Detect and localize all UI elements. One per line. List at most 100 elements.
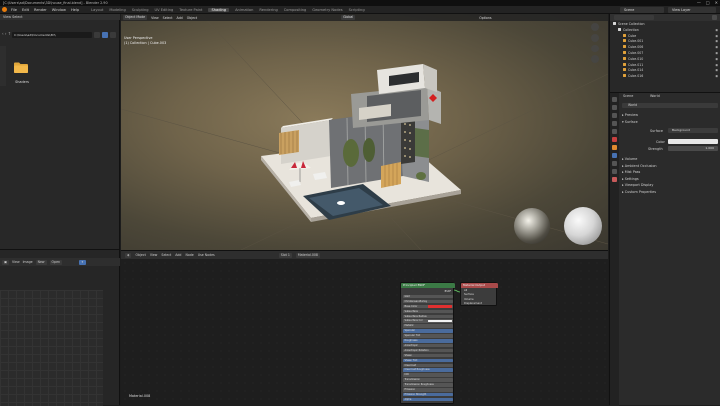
menu-help[interactable]: Help bbox=[71, 8, 79, 12]
outliner-object-row[interactable]: Cube.007 ◉ bbox=[610, 51, 720, 57]
tab-layout[interactable]: Layout bbox=[91, 8, 103, 12]
color-swatch[interactable] bbox=[428, 319, 452, 323]
tab-shading[interactable]: Shading bbox=[208, 7, 230, 12]
viewport-options-menu[interactable]: Options bbox=[479, 16, 491, 20]
image-menu[interactable]: Image bbox=[23, 260, 33, 264]
render-tab-icon[interactable] bbox=[612, 105, 617, 110]
material-output-node[interactable]: Material Output All Surface Volume Displace… bbox=[460, 282, 498, 306]
particles-tab-icon[interactable] bbox=[612, 161, 617, 166]
panel-viewport-display[interactable]: ▸ Viewport Display bbox=[622, 183, 653, 187]
menu-file[interactable]: File bbox=[11, 8, 17, 12]
bsdf-input-row[interactable]: Roughness bbox=[403, 339, 453, 343]
bsdf-input-row[interactable]: Subsurface bbox=[403, 309, 453, 314]
menu-edit[interactable]: Edit bbox=[22, 8, 29, 12]
open-image-button[interactable]: Open bbox=[49, 259, 63, 265]
world-tab-icon[interactable] bbox=[612, 137, 617, 142]
bsdf-input-row[interactable]: Specular bbox=[403, 329, 453, 333]
bsdf-input-row[interactable]: IOR bbox=[403, 373, 453, 377]
outliner-collection-row[interactable]: Collection ◉ bbox=[610, 27, 720, 34]
panel-custom-properties[interactable]: ▸ Custom Properties bbox=[622, 190, 656, 194]
hdri-preview-sphere[interactable] bbox=[514, 208, 550, 244]
viewport-menu-add[interactable]: Add bbox=[177, 16, 183, 20]
panel-mist-pass[interactable]: ▸ Mist Pass bbox=[622, 170, 640, 174]
viewport-menu-view[interactable]: View bbox=[151, 16, 159, 20]
view-layer-tab-icon[interactable] bbox=[612, 121, 617, 126]
new-image-button[interactable]: New bbox=[35, 259, 47, 265]
surface-panel[interactable]: ▾ Surface bbox=[622, 120, 638, 124]
ortho-toggle-icon[interactable] bbox=[591, 55, 599, 63]
bsdf-input-row[interactable]: Specular Tint bbox=[403, 334, 453, 338]
bsdf-input-row[interactable]: Sheen bbox=[403, 353, 453, 358]
pan-icon[interactable] bbox=[591, 33, 599, 42]
menu-window[interactable]: Window bbox=[52, 8, 66, 12]
viewport-menu-object[interactable]: Object bbox=[187, 16, 197, 20]
outliner-object-row[interactable]: Cube.011 ◉ bbox=[610, 62, 720, 69]
shader-node-editor[interactable]: ◈ Object View Select Add Node Use Nodes Slot 1M… bbox=[121, 250, 608, 405]
strength-field[interactable]: 1.000 bbox=[668, 146, 718, 151]
outliner-search-icon[interactable] bbox=[614, 15, 654, 20]
bsdf-input-row[interactable]: Transmission Roughness bbox=[403, 383, 453, 387]
bsdf-input-row[interactable]: GGX bbox=[403, 294, 453, 299]
visibility-eye-icon[interactable]: ◉ bbox=[715, 45, 718, 51]
folder-icon[interactable] bbox=[14, 62, 28, 73]
zoom-icon[interactable] bbox=[591, 23, 599, 31]
preview-panel[interactable]: ▸ Preview bbox=[622, 113, 638, 117]
visibility-eye-icon[interactable]: ◉ bbox=[715, 39, 718, 45]
file-browser-header[interactable]: View Select bbox=[0, 14, 120, 20]
outliner-object-row[interactable]: Cube.010 ◉ bbox=[610, 56, 720, 63]
bsdf-input-row[interactable]: BSDF bbox=[403, 290, 453, 294]
view-menu[interactable]: View bbox=[12, 260, 20, 264]
outliner-object-row[interactable]: Cube.014 ◉ bbox=[610, 68, 720, 74]
output-socket-row[interactable]: Displacement bbox=[464, 302, 482, 305]
world-datablock[interactable]: World bbox=[622, 103, 718, 108]
house-model[interactable] bbox=[251, 58, 471, 238]
tab-texture-paint[interactable]: Texture Paint bbox=[179, 8, 202, 12]
bsdf-input-row[interactable]: Anisotropic Rotation bbox=[403, 348, 453, 353]
image-canvas[interactable] bbox=[0, 290, 103, 406]
bsdf-node-header[interactable]: Principled BSDF bbox=[401, 283, 455, 288]
color-swatch[interactable] bbox=[668, 139, 718, 144]
tab-rendering[interactable]: Rendering bbox=[259, 8, 277, 12]
view-layer-selector[interactable]: View Layer bbox=[668, 7, 716, 13]
viewport-menu-object-mode[interactable]: Object Mode bbox=[123, 15, 148, 20]
panel-ambient-occlusion[interactable]: ▸ Ambient Occlusion bbox=[622, 164, 657, 168]
bsdf-input-row[interactable]: Subsurface Col bbox=[403, 319, 453, 323]
editor-type-icon[interactable]: ▣ bbox=[2, 259, 10, 265]
visibility-eye-icon[interactable]: ◉ bbox=[715, 57, 718, 63]
bsdf-input-row[interactable]: Christensen-Burley bbox=[403, 299, 453, 304]
color-swatch[interactable] bbox=[428, 305, 452, 308]
physics-tab-icon[interactable] bbox=[612, 169, 617, 174]
scene-tab-icon[interactable] bbox=[612, 129, 617, 134]
bsdf-input-row[interactable]: Metallic bbox=[403, 324, 453, 328]
refresh-icon[interactable] bbox=[94, 32, 100, 38]
visibility-eye-icon[interactable]: ◉ bbox=[715, 28, 718, 34]
bsdf-input-row[interactable]: Sheen Tint bbox=[403, 358, 453, 363]
bsdf-input-row[interactable]: Anisotropic bbox=[403, 343, 453, 348]
visibility-eye-icon[interactable]: ◉ bbox=[715, 74, 718, 80]
surface-shader-field[interactable]: Background bbox=[668, 128, 718, 133]
menu-render[interactable]: Render bbox=[34, 8, 47, 12]
bsdf-input-row[interactable]: Base Color bbox=[403, 304, 453, 309]
outliner-object-row[interactable]: Cube.006 ◉ bbox=[610, 45, 720, 51]
tab-uv-editing[interactable]: UV Editing bbox=[155, 8, 174, 12]
viewport-menu-select[interactable]: Select bbox=[163, 16, 173, 20]
material-preview-sphere[interactable] bbox=[564, 207, 602, 245]
bsdf-input-row[interactable]: Emission bbox=[403, 388, 453, 392]
output-socket-row[interactable]: All bbox=[464, 289, 467, 292]
visibility-eye-icon[interactable]: ◉ bbox=[715, 68, 718, 74]
visibility-eye-icon[interactable]: ◉ bbox=[715, 63, 718, 69]
grid-view-icon[interactable] bbox=[102, 32, 108, 38]
visibility-eye-icon[interactable]: ◉ bbox=[715, 51, 718, 57]
modifier-tab-icon[interactable] bbox=[612, 153, 617, 158]
principled-bsdf-node[interactable]: Principled BSDF BSDF GGX Christensen-Burle… bbox=[400, 282, 455, 404]
object-tab-icon[interactable] bbox=[612, 145, 617, 150]
output-socket-row[interactable]: Volume bbox=[464, 298, 474, 301]
filter-icon[interactable] bbox=[712, 15, 717, 20]
bsdf-input-row[interactable]: Emission Strength bbox=[403, 392, 453, 397]
bsdf-input-row[interactable]: Subsurface Radius bbox=[403, 314, 453, 319]
transform-orientation-dropdown[interactable]: Global bbox=[341, 15, 356, 20]
bsdf-input-row[interactable]: Clearcoat bbox=[403, 363, 453, 368]
tool-tab-icon[interactable] bbox=[612, 97, 617, 102]
bsdf-input-row[interactable]: Clearcoat Roughness bbox=[403, 368, 453, 372]
3d-viewport[interactable]: Object Mode View Select Add Object Global Opti… bbox=[121, 14, 608, 250]
